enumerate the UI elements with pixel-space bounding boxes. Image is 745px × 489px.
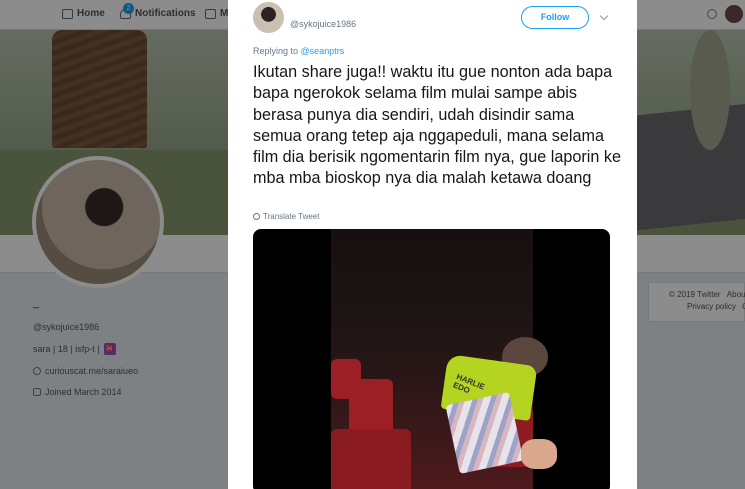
tweet-video[interactable]: HARLIE EDO <box>253 229 610 489</box>
caret-down-icon[interactable] <box>599 11 609 21</box>
replying-to: Replying to @seanptrs <box>253 46 344 56</box>
tweet-author-handle[interactable]: @sykojuice1986 <box>290 19 356 29</box>
tweet-author-avatar[interactable] <box>253 2 284 33</box>
globe-icon <box>253 213 260 220</box>
tweet-modal: @sykojuice1986 Follow Replying to @seanp… <box>228 0 637 489</box>
follow-button[interactable]: Follow <box>521 6 589 29</box>
translate-tweet-label[interactable]: Translate Tweet <box>263 212 319 221</box>
replying-to-link[interactable]: @seanptrs <box>301 46 345 56</box>
translate-tweet[interactable]: Translate Tweet <box>253 212 319 221</box>
hand <box>521 439 557 469</box>
cinema-seat <box>349 379 393 434</box>
replying-prefix: Replying to <box>253 46 299 56</box>
tweet-text: Ikutan share juga!! waktu itu gue nonton… <box>253 63 621 188</box>
video-scene: HARLIE EDO <box>331 229 557 489</box>
cinema-seat <box>331 429 411 489</box>
